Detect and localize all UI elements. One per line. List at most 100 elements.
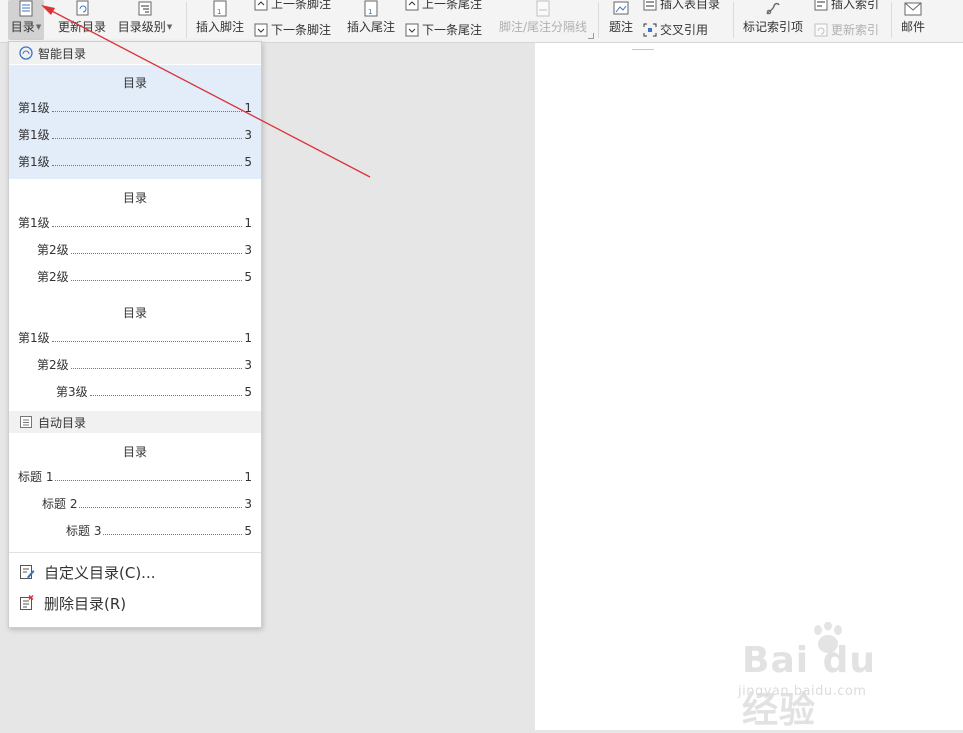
chevron-down-icon: ▼ [166, 23, 173, 31]
toc-entry: 第2级 5 [37, 269, 252, 285]
leader-dots [103, 533, 243, 535]
chevron-down-icon: ▼ [35, 23, 42, 31]
leader-dots [51, 340, 243, 342]
update-toc-label: 更新目录 [57, 20, 106, 34]
leader-dots [51, 110, 243, 112]
caption-button[interactable]: 题注 [604, 0, 638, 35]
footnote-separator-button[interactable]: 脚注/尾注分隔线 [496, 0, 590, 35]
ribbon-separator [598, 2, 599, 38]
ribbon-separator [186, 2, 187, 38]
toc-entry-page: 3 [244, 243, 252, 257]
update-toc-button[interactable]: 更新目录 [56, 0, 108, 35]
footnote-separator-label: 脚注/尾注分隔线 [498, 20, 588, 34]
toc-entry: 第1级 1 [18, 215, 252, 231]
next-footnote-button[interactable]: 下一条脚注 [254, 21, 331, 38]
toc-entry: 第2级 3 [37, 242, 252, 258]
toc-entry-page: 3 [244, 358, 252, 372]
toc-entry: 第1级 1 [18, 330, 252, 346]
leader-dots [70, 279, 243, 281]
smart-toc-icon [19, 46, 33, 60]
next-endnote-button[interactable]: 下一条尾注 [405, 21, 482, 38]
delete-toc-label: 删除目录(R) [44, 594, 127, 613]
footnote-icon: 1 [213, 0, 227, 17]
mark-index-icon [766, 2, 780, 15]
mark-index-entry-button[interactable]: 标记索引项 [740, 0, 806, 35]
leader-dots [70, 367, 243, 369]
menu-divider [9, 552, 261, 553]
toc-entry-page: 1 [244, 216, 252, 230]
mail-button[interactable]: 邮件 [896, 0, 930, 35]
toc-level-icon [138, 1, 152, 16]
toc-entry-label: 标题 2 [42, 497, 78, 511]
delete-toc-menu-item[interactable]: 删除目录(R) [9, 588, 261, 618]
toc-style-option[interactable]: 目录 标题 1 1 标题 2 3 标题 3 5 [9, 434, 261, 548]
smart-toc-header: 智能目录 [9, 42, 261, 64]
delete-toc-icon [20, 595, 34, 610]
toc-entry-label: 第1级 [18, 331, 50, 345]
toc-entry-label: 第1级 [18, 155, 50, 169]
toc-dropdown-menu: 智能目录 目录 第1级 1 第1级 3 第1级 5 目录 第1级 1 第2级 3 第2级 5… [8, 41, 262, 628]
toc-style-option[interactable]: 目录 第1级 1 第2级 3 第2级 5 [9, 180, 261, 294]
dialog-launcher-icon[interactable] [588, 33, 594, 39]
toc-entry: 第1级 1 [18, 100, 252, 116]
separator-icon [536, 0, 550, 17]
toc-level-button[interactable]: 目录级别▼ [116, 0, 174, 35]
toc-entry-label: 第1级 [18, 128, 50, 142]
toc-entry-label: 第1级 [18, 101, 50, 115]
prev-endnote-label: 上一条尾注 [422, 0, 483, 11]
leader-dots [51, 137, 243, 139]
mail-icon [904, 2, 922, 16]
table-of-figures-icon [643, 0, 657, 10]
leader-dots [55, 479, 243, 481]
custom-toc-menu-item[interactable]: 自定义目录(C)... [9, 557, 261, 587]
toc-entry: 第3级 5 [56, 384, 252, 400]
caption-icon [613, 1, 629, 15]
toc-entry-label: 第3级 [56, 385, 88, 399]
toc-entry-page: 5 [244, 270, 252, 284]
insert-table-of-figures-label: 插入表目录 [660, 0, 721, 11]
auto-toc-icon [20, 416, 32, 428]
toc-style-option[interactable]: 目录 第1级 1 第2级 3 第3级 5 [9, 295, 261, 409]
insert-table-of-figures-button[interactable]: 插入表目录 [643, 0, 720, 12]
prev-footnote-label: 上一条脚注 [271, 0, 332, 11]
toc-entry-label: 标题 1 [18, 470, 54, 484]
toc-entry-page: 5 [244, 524, 252, 538]
leader-dots [70, 252, 243, 254]
toc-style-title: 目录 [122, 445, 147, 459]
insert-index-icon [814, 0, 828, 10]
svg-text:1: 1 [368, 8, 372, 16]
toc-button-label: 目录 [10, 20, 35, 34]
cross-reference-icon [643, 23, 657, 36]
prev-footnote-icon [254, 0, 268, 10]
toc-entry-page: 5 [244, 155, 252, 169]
cross-reference-button[interactable]: 交叉引用 [643, 21, 708, 38]
caption-label: 题注 [608, 20, 633, 34]
mark-index-entry-label: 标记索引项 [742, 20, 803, 34]
toc-icon [19, 0, 33, 17]
next-footnote-icon [254, 23, 268, 36]
insert-endnote-button[interactable]: 1 插入尾注 [345, 0, 397, 35]
insert-index-button[interactable]: 插入索引 [814, 0, 879, 12]
update-index-label: 更新索引 [831, 23, 880, 37]
auto-toc-header: 自动目录 [9, 411, 261, 433]
mail-label: 邮件 [900, 20, 925, 34]
toc-button[interactable]: 目录▼ [8, 0, 44, 40]
toc-entry: 标题 1 1 [18, 469, 252, 485]
toc-style-option[interactable]: 目录 第1级 1 第1级 3 第1级 5 [9, 65, 261, 179]
toc-entry-page: 1 [244, 470, 252, 484]
toc-entry-label: 第2级 [37, 270, 69, 284]
insert-footnote-label: 插入脚注 [195, 20, 244, 34]
toc-entry-label: 第1级 [18, 216, 50, 230]
prev-footnote-button[interactable]: 上一条脚注 [254, 0, 331, 12]
toc-style-title: 目录 [122, 191, 147, 205]
toc-entry-page: 5 [244, 385, 252, 399]
prev-endnote-icon [405, 0, 419, 10]
toc-entry: 标题 3 5 [66, 523, 252, 539]
prev-endnote-button[interactable]: 上一条尾注 [405, 0, 482, 12]
leader-dots [79, 506, 243, 508]
leader-dots [51, 225, 243, 227]
toc-entry-page: 3 [244, 497, 252, 511]
svg-text:1: 1 [217, 8, 221, 16]
update-index-button[interactable]: 更新索引 [814, 21, 879, 38]
insert-footnote-button[interactable]: 1 插入脚注 [194, 0, 246, 35]
